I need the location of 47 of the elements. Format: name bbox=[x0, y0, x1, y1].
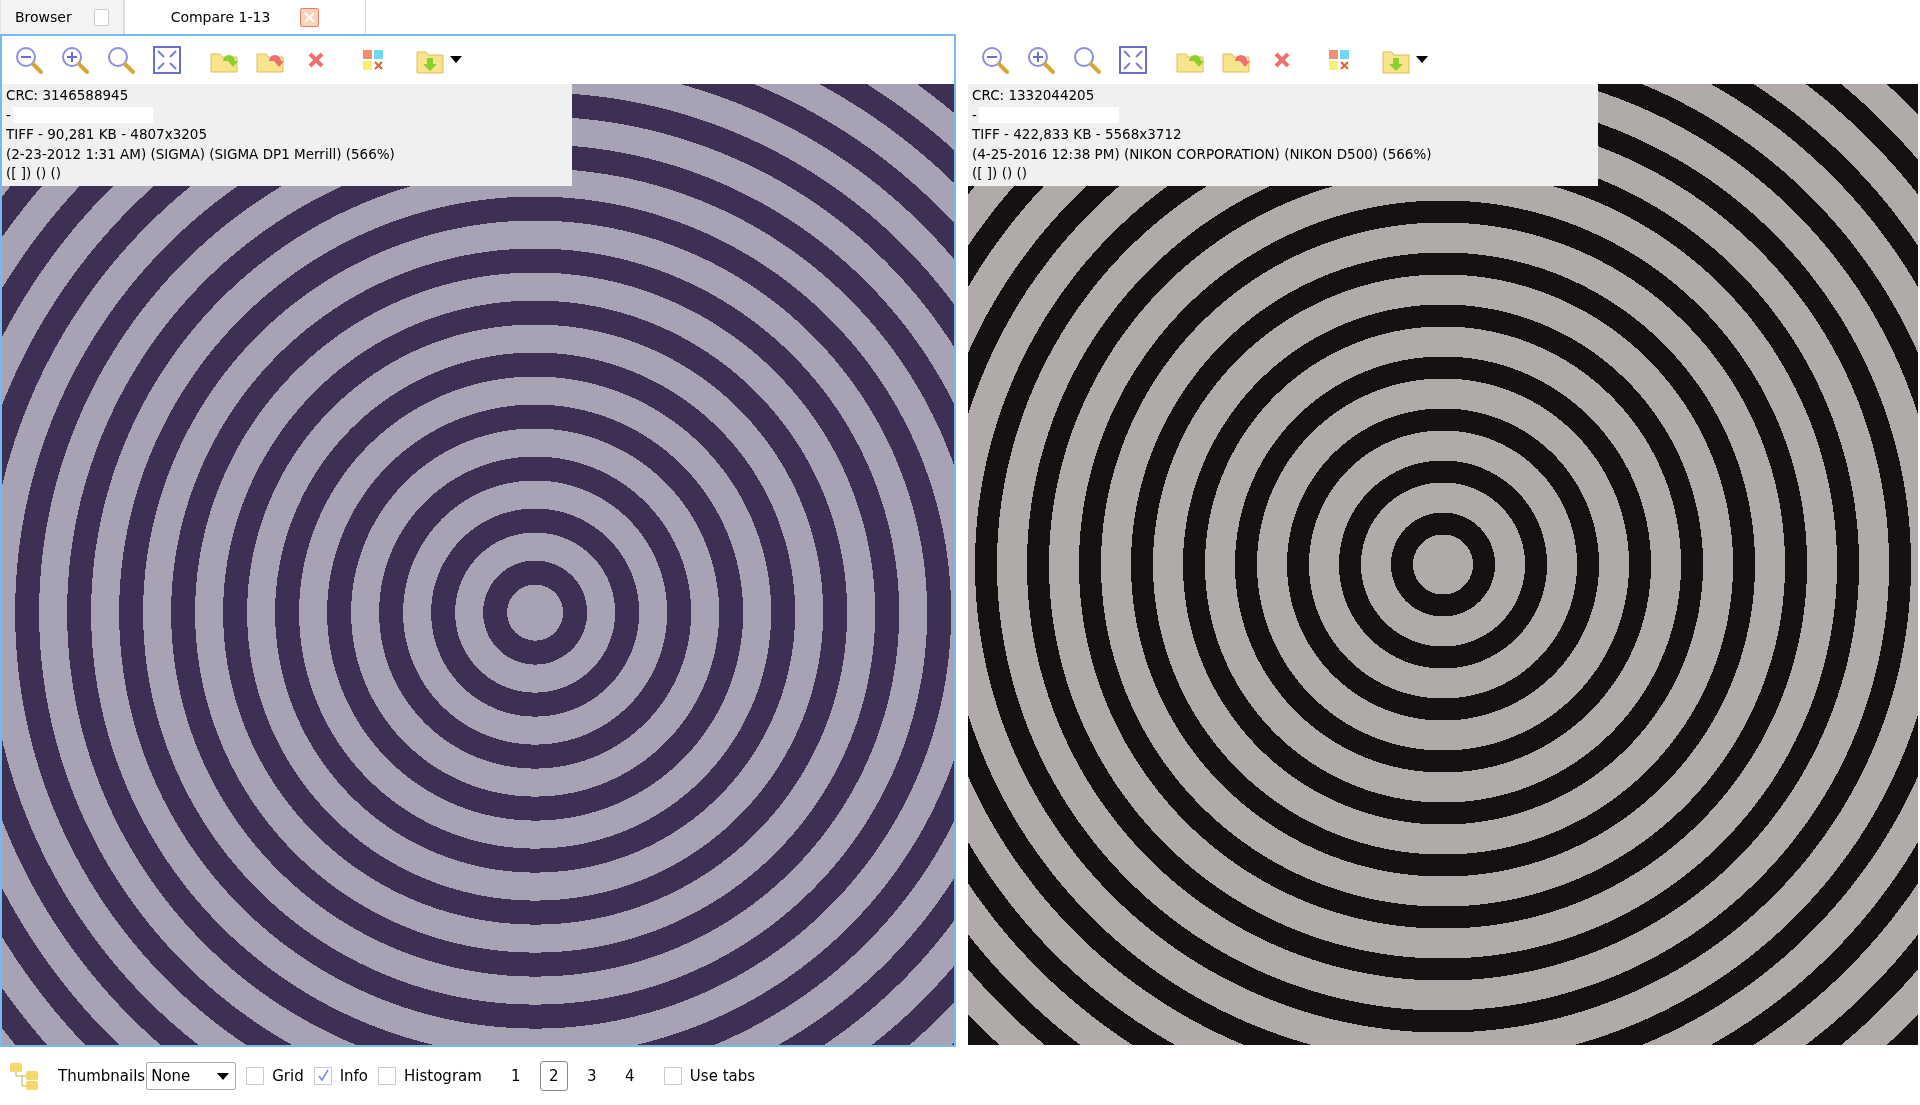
caret-icon bbox=[217, 1072, 230, 1080]
magnifier-button[interactable] bbox=[1071, 44, 1103, 76]
page-button[interactable]: 3 bbox=[577, 1061, 606, 1091]
thumbnails-dropdown[interactable]: None bbox=[146, 1062, 237, 1090]
magnifier-icon bbox=[1072, 45, 1102, 75]
zoom-out-icon bbox=[980, 45, 1010, 75]
info-text: CRC: 3146588945 bbox=[6, 86, 129, 105]
fit-screen-button[interactable] bbox=[151, 44, 183, 76]
fit-screen-button[interactable] bbox=[1117, 44, 1149, 76]
zoom-out-button[interactable] bbox=[979, 44, 1011, 76]
info-text: ([ ]) () () bbox=[6, 164, 61, 183]
tab[interactable]: Compare 1-13 bbox=[124, 0, 366, 34]
zoom-in-button[interactable] bbox=[59, 44, 91, 76]
zoom-in-icon bbox=[60, 45, 90, 75]
info-text: ([ ]) () () bbox=[972, 164, 1027, 183]
info-text: - bbox=[972, 105, 977, 125]
zoom-in-button[interactable] bbox=[1025, 44, 1057, 76]
caret-icon bbox=[450, 56, 462, 64]
fit-screen-icon bbox=[1118, 45, 1148, 75]
info-text: (4-25-2016 12:38 PM) (NIKON CORPORATION) (NIKON D500) (566%) bbox=[972, 144, 1432, 164]
info-text: CRC: 1332044205 bbox=[972, 86, 1095, 105]
caret-icon bbox=[1416, 56, 1428, 64]
checkbox[interactable] bbox=[663, 1067, 682, 1085]
checkbox[interactable] bbox=[246, 1067, 265, 1085]
page-button[interactable]: 4 bbox=[615, 1061, 644, 1091]
zoom-out-button[interactable] bbox=[13, 44, 45, 76]
checkbox-label: Info bbox=[339, 1067, 369, 1085]
magnifier-button[interactable] bbox=[105, 44, 137, 76]
info-text: (2-23-2012 1:31 AM) (SIGMA) (SIGMA DP1 Merrill) (566%) bbox=[6, 144, 395, 164]
info-text: - bbox=[6, 105, 11, 125]
tab[interactable]: Browser bbox=[0, 0, 124, 34]
zoom-out-icon bbox=[14, 45, 44, 75]
checkbox[interactable] bbox=[378, 1067, 397, 1085]
info-text: TIFF - 422,833 KB - 5568x3712 bbox=[972, 125, 1182, 144]
tab-checkbox[interactable] bbox=[93, 8, 109, 26]
checkbox-label: Histogram bbox=[404, 1067, 482, 1085]
checkbox-label: Use tabs bbox=[689, 1067, 756, 1085]
page-button[interactable]: 2 bbox=[539, 1061, 568, 1091]
magnifier-icon bbox=[106, 45, 136, 75]
close-icon[interactable] bbox=[300, 7, 320, 27]
zoom-in-icon bbox=[1026, 45, 1056, 75]
page-button[interactable]: 1 bbox=[501, 1061, 530, 1091]
checkbox[interactable] bbox=[313, 1067, 332, 1085]
fit-screen-icon bbox=[152, 45, 182, 75]
thumbnails-label: Thumbnails bbox=[58, 1067, 146, 1085]
info-text: TIFF - 90,281 KB - 4807x3205 bbox=[6, 125, 207, 144]
checkbox-label: Grid bbox=[272, 1067, 304, 1085]
